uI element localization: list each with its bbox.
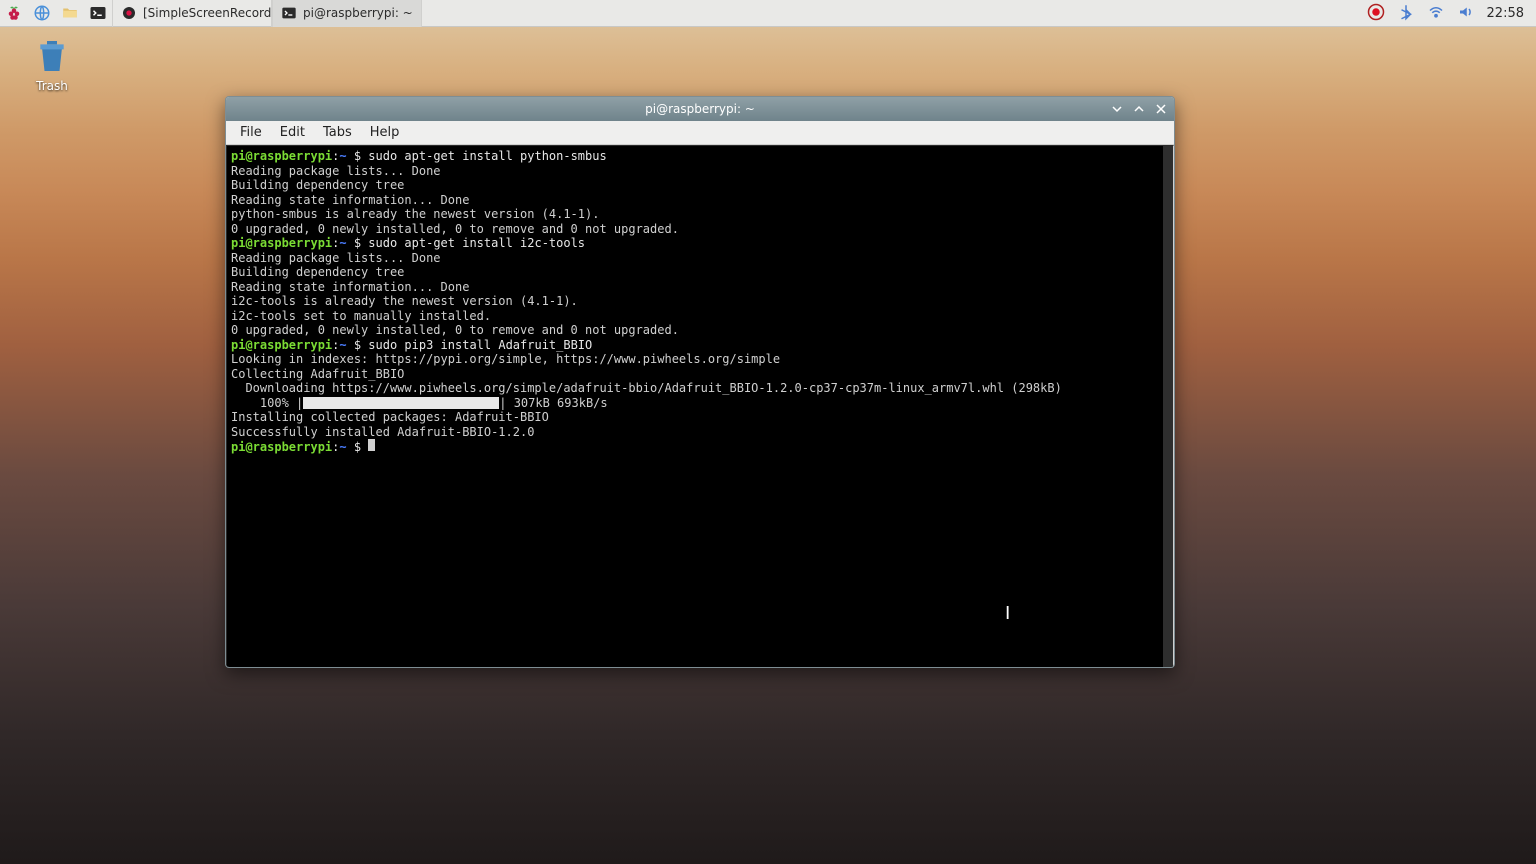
desktop-icon-label: Trash (24, 79, 80, 93)
taskbar-item-label: pi@raspberrypi: ~ (303, 6, 413, 20)
terminal-window: pi@raspberrypi: ~ File Edit Tabs Help pi… (225, 96, 1175, 668)
system-tray: 22:58 (1367, 3, 1536, 24)
folder-icon (61, 4, 79, 22)
terminal-viewport[interactable]: pi@raspberrypi:~ $ sudo apt-get install … (226, 145, 1174, 667)
terminal-line: 0 upgraded, 0 newly installed, 0 to remo… (231, 323, 1169, 338)
launcher-browser[interactable] (28, 0, 56, 27)
taskbar-clock[interactable]: 22:58 (1487, 6, 1524, 21)
terminal-line: i2c-tools is already the newest version … (231, 294, 1169, 309)
launcher-terminal[interactable] (84, 0, 112, 27)
terminal-line: Downloading https://www.piwheels.org/sim… (231, 381, 1169, 396)
terminal-line: Reading state information... Done (231, 193, 1169, 208)
window-controls (1110, 97, 1168, 121)
terminal-line: Installing collected packages: Adafruit-… (231, 410, 1169, 425)
window-maximize-button[interactable] (1132, 102, 1146, 116)
taskbar-item-terminal[interactable]: pi@raspberrypi: ~ (272, 0, 422, 27)
taskbar-item-recorder[interactable]: [SimpleScreenRecord... (112, 0, 272, 27)
window-close-button[interactable] (1154, 102, 1168, 116)
terminal-line: i2c-tools set to manually installed. (231, 309, 1169, 324)
desktop-icon-trash[interactable]: Trash (24, 36, 80, 93)
terminal-line: python-smbus is already the newest versi… (231, 207, 1169, 222)
launcher-raspberry[interactable] (0, 0, 28, 27)
menu-tabs[interactable]: Tabs (315, 123, 360, 142)
terminal-line: 100% || 307kB 693kB/s (231, 396, 1169, 411)
taskbar-item-label: [SimpleScreenRecord... (143, 6, 272, 20)
bluetooth-icon[interactable] (1397, 3, 1415, 24)
record-indicator-icon[interactable] (1367, 3, 1385, 24)
terminal-line: Building dependency tree (231, 265, 1169, 280)
recorder-icon (121, 5, 137, 21)
window-titlebar[interactable]: pi@raspberrypi: ~ (226, 97, 1174, 121)
terminal-line: pi@raspberrypi:~ $ sudo apt-get install … (231, 236, 1169, 251)
window-title: pi@raspberrypi: ~ (645, 102, 755, 116)
taskbar: [SimpleScreenRecord... pi@raspberrypi: ~… (0, 0, 1536, 27)
menu-file[interactable]: File (232, 123, 270, 142)
raspberry-icon (5, 4, 23, 22)
terminal-line: pi@raspberrypi:~ $ sudo apt-get install … (231, 149, 1169, 164)
terminal-line: Reading state information... Done (231, 280, 1169, 295)
terminal-line: 0 upgraded, 0 newly installed, 0 to remo… (231, 222, 1169, 237)
terminal-icon (281, 5, 297, 21)
globe-icon (33, 4, 51, 22)
window-minimize-button[interactable] (1110, 102, 1124, 116)
launcher-files[interactable] (56, 0, 84, 27)
terminal-line: Reading package lists... Done (231, 251, 1169, 266)
menu-help[interactable]: Help (362, 123, 408, 142)
terminal-line: Successfully installed Adafruit-BBIO-1.2… (231, 425, 1169, 440)
terminal-line: Reading package lists... Done (231, 164, 1169, 179)
terminal-line: Looking in indexes: https://pypi.org/sim… (231, 352, 1169, 367)
terminal-icon (89, 4, 107, 22)
terminal-line: pi@raspberrypi:~ $ sudo pip3 install Ada… (231, 338, 1169, 353)
menu-edit[interactable]: Edit (272, 123, 313, 142)
terminal-line: Building dependency tree (231, 178, 1169, 193)
terminal-scrollbar[interactable] (1163, 146, 1173, 667)
terminal-line: Collecting Adafruit_BBIO (231, 367, 1169, 382)
terminal-menubar: File Edit Tabs Help (226, 121, 1174, 145)
volume-icon[interactable] (1457, 3, 1475, 24)
terminal-line: pi@raspberrypi:~ $ (231, 439, 1169, 455)
wifi-icon[interactable] (1427, 3, 1445, 24)
trash-icon (32, 36, 72, 76)
